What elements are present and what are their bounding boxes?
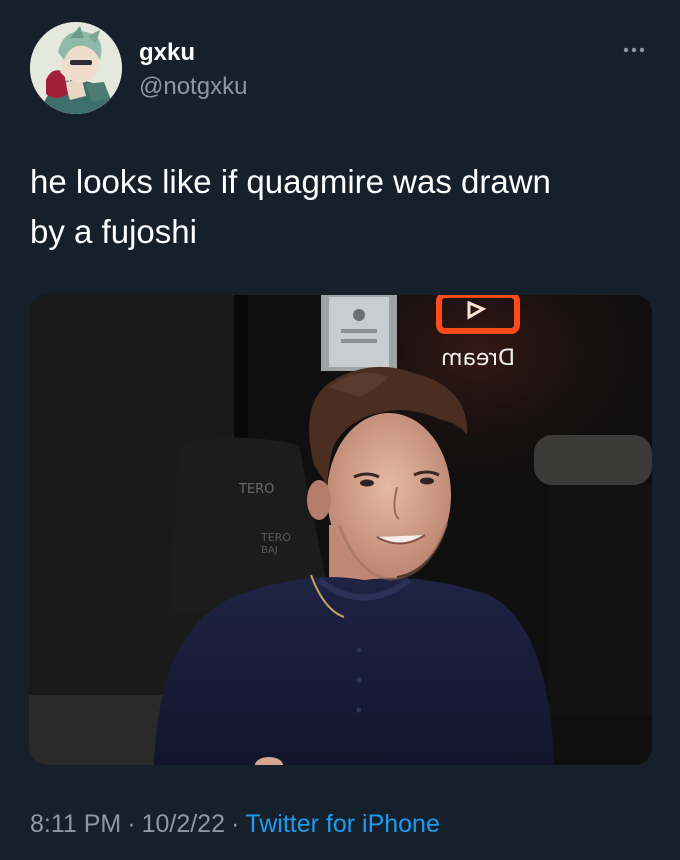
chair-text-small: BAJ [261,545,278,556]
tweet-text: he looks like if quagmire was drawn by a… [30,163,551,250]
author-display-name[interactable]: gxku [139,39,195,67]
chair-text-lower: TERO [260,531,291,544]
author-avatar[interactable] [30,22,122,114]
tweet-photo[interactable]: Dream TERO TERO BAJ [29,295,652,765]
anime-character-avatar-icon [30,22,122,114]
neon-sign-text: Dream [441,346,515,371]
tweet-date[interactable]: 10/2/22 [142,810,225,838]
tweet-card: gxku @notgxku he looks like if quagmire … [0,0,680,860]
chair-text-upper: TERO [238,482,274,497]
photo-man-in-gaming-chair: Dream TERO TERO BAJ [29,295,652,765]
tweet-source-link[interactable]: Twitter for iPhone [245,810,440,838]
author-handle[interactable]: @notgxku [139,73,247,101]
separator-dot: · [127,810,136,838]
separator-dot: · [231,810,240,838]
more-horizontal-icon [623,47,645,53]
tweet-metadata: 8:11 PM · 10/2/22 · Twitter for iPhone [30,806,440,842]
more-options-button[interactable] [616,38,652,62]
tweet-time[interactable]: 8:11 PM [30,810,121,838]
